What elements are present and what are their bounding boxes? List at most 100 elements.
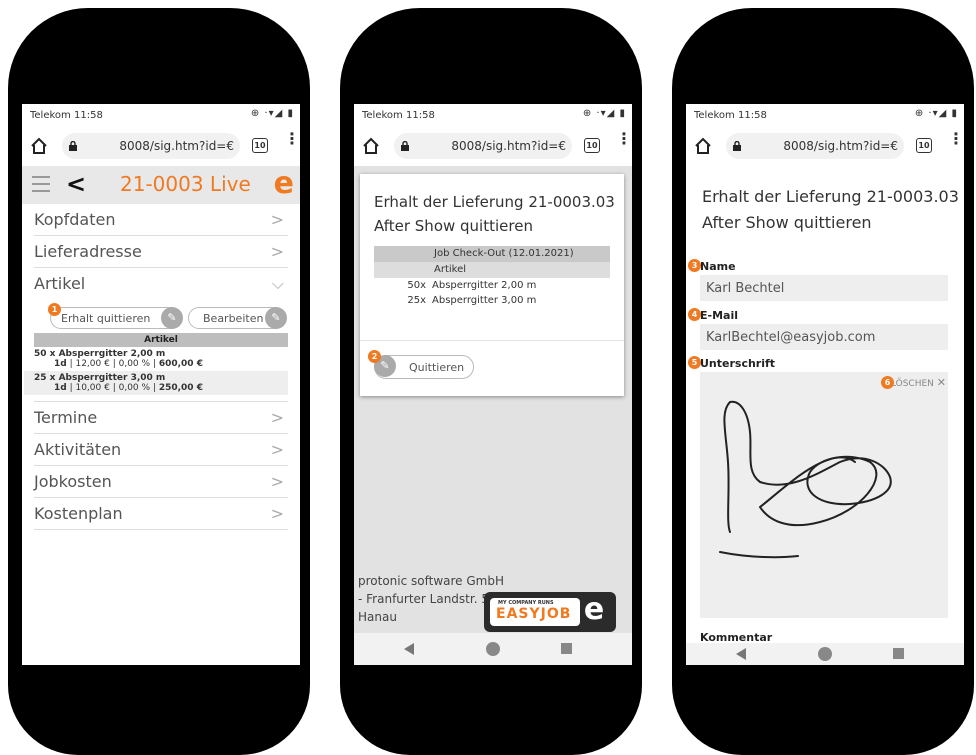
nav-home-icon[interactable] bbox=[486, 642, 500, 656]
close-icon: ✕ bbox=[936, 376, 946, 389]
chevron-right-icon: > bbox=[270, 504, 284, 523]
url-field[interactable]: 8008/sig.htm?id=€ bbox=[394, 133, 572, 159]
dialog-title: Erhalt der Lieferung 21-0003.03 After Sh… bbox=[374, 193, 615, 235]
back-arrow-icon[interactable]: < bbox=[66, 170, 86, 198]
carrier: Telekom bbox=[362, 109, 403, 121]
section-label: Kostenplan bbox=[34, 504, 123, 523]
chevron-right-icon: > bbox=[270, 210, 284, 229]
section-aktivitaeten[interactable]: Aktivitäten > bbox=[34, 434, 288, 466]
pencil-icon: ✎ bbox=[265, 307, 287, 329]
erhalt-quittieren-button[interactable]: Erhalt quittieren ✎ bbox=[50, 307, 183, 329]
name-field[interactable]: Karl Bechtel bbox=[700, 275, 948, 301]
button-label: Erhalt quittieren bbox=[61, 311, 151, 325]
section-label: Lieferadresse bbox=[34, 242, 142, 261]
email-field[interactable]: KarlBechtel@easyjob.com bbox=[700, 324, 948, 350]
section-lieferadresse[interactable]: Lieferadresse > bbox=[34, 236, 288, 268]
button-label: Quittieren bbox=[409, 360, 465, 374]
quittieren-button[interactable]: ✎ Quittieren bbox=[374, 355, 474, 379]
url-text: 8008/sig.htm?id=€ bbox=[783, 139, 898, 153]
home-icon[interactable] bbox=[362, 137, 380, 155]
step-badge: 1 bbox=[48, 303, 61, 316]
chevron-right-icon: > bbox=[270, 408, 284, 427]
url-field[interactable]: 8008/sig.htm?id=€ bbox=[62, 133, 240, 159]
signature-drawing bbox=[719, 400, 892, 559]
app-header: < 21-0003 Live e bbox=[22, 166, 300, 204]
artikel-table-header: Artikel bbox=[34, 333, 288, 347]
chevron-right-icon: > bbox=[270, 242, 284, 261]
section-label: Kopfdaten bbox=[34, 210, 116, 229]
easyjob-badge-logo: MY COMPANY RUNS easyjob e bbox=[484, 592, 616, 632]
hamburger-icon[interactable] bbox=[32, 176, 50, 197]
step-badge: 3 bbox=[688, 259, 701, 272]
section-label: Termine bbox=[34, 408, 98, 427]
lock-icon bbox=[733, 141, 741, 151]
url-text: 8008/sig.htm?id=€ bbox=[451, 139, 566, 153]
phone-screen-1: Telekom 11:58 ⊕ ·▾◢ ▮ 8008/sig.htm?id=€ … bbox=[22, 104, 300, 665]
section-termine[interactable]: Termine > bbox=[34, 402, 288, 434]
button-label: Bearbeiten bbox=[203, 311, 264, 325]
phone-frame-1: Telekom 11:58 ⊕ ·▾◢ ▮ 8008/sig.htm?id=€ … bbox=[8, 8, 310, 755]
status-icons: ⊕ ·▾◢ ▮ bbox=[582, 108, 626, 119]
company-footer: protonic software GmbH - Franfurter Land… bbox=[358, 574, 505, 624]
more-menu-icon[interactable]: ⋮ bbox=[284, 131, 300, 147]
clear-signature-button[interactable]: LÖSCHEN ✕ bbox=[891, 376, 946, 389]
step-badge: 4 bbox=[688, 308, 701, 321]
chevron-right-icon: > bbox=[270, 472, 284, 491]
receipt-dialog: Erhalt der Lieferung 21-0003.03 After Sh… bbox=[360, 174, 624, 396]
nav-recents-icon[interactable] bbox=[893, 648, 904, 659]
browser-url-bar: 8008/sig.htm?id=€ 10 ⋮ bbox=[354, 126, 632, 166]
bearbeiten-button[interactable]: Bearbeiten ✎ bbox=[188, 307, 287, 329]
table-header: Job Check-Out (12.01.2021) bbox=[374, 246, 610, 262]
clock: 11:58 bbox=[405, 109, 435, 121]
section-label: Jobkosten bbox=[34, 472, 112, 491]
pencil-icon: ✎ bbox=[161, 307, 183, 329]
section-label: Aktivitäten bbox=[34, 440, 122, 459]
phone-screen-2: Telekom 11:58 ⊕ ·▾◢ ▮ 8008/sig.htm?id=€ … bbox=[354, 104, 632, 665]
phone-frame-3: Telekom 11:58 ⊕ ·▾◢ ▮ 8008/sig.htm?id=€ … bbox=[672, 8, 974, 755]
signature-pad[interactable]: 6 LÖSCHEN ✕ bbox=[700, 372, 948, 618]
android-nav-bar bbox=[686, 643, 964, 665]
table-subheader: Artikel bbox=[374, 262, 610, 278]
more-menu-icon[interactable]: ⋮ bbox=[616, 131, 632, 147]
section-artikel[interactable]: Artikel ⌵ bbox=[34, 268, 288, 299]
tab-switcher-button[interactable]: 10 bbox=[584, 138, 600, 153]
button-label: LÖSCHEN bbox=[890, 379, 934, 389]
list-item: 50 x Absperrgitter 2,00 m 1d | 12,00 € |… bbox=[24, 347, 298, 371]
nav-back-icon[interactable] bbox=[736, 648, 746, 660]
status-icons: ⊕ ·▾◢ ▮ bbox=[250, 108, 294, 119]
phone-screen-3: Telekom 11:58 ⊕ ·▾◢ ▮ 8008/sig.htm?id=€ … bbox=[686, 104, 964, 665]
status-bar: Telekom 11:58 ⊕ ·▾◢ ▮ bbox=[22, 104, 300, 126]
item-detail: 1d | 12,00 € | 0,00 % | 600,00 € bbox=[54, 359, 203, 369]
home-icon[interactable] bbox=[694, 137, 712, 155]
tab-switcher-button[interactable]: 10 bbox=[252, 138, 268, 153]
item-detail: 1d | 10,00 € | 0,00 % | 250,00 € bbox=[54, 383, 203, 393]
url-field[interactable]: 8008/sig.htm?id=€ bbox=[726, 133, 904, 159]
carrier: Telekom bbox=[694, 109, 735, 121]
section-kostenplan[interactable]: Kostenplan > bbox=[34, 498, 288, 530]
lock-icon bbox=[69, 141, 77, 151]
lock-icon bbox=[401, 141, 409, 151]
signature-label: Unterschrift bbox=[700, 357, 776, 370]
step-badge: 2 bbox=[368, 350, 381, 363]
nav-recents-icon[interactable] bbox=[561, 643, 572, 654]
easyjob-logo: e bbox=[273, 166, 294, 201]
status-bar: Telekom 11:58 ⊕ ·▾◢ ▮ bbox=[686, 104, 964, 126]
browser-url-bar: 8008/sig.htm?id=€ 10 ⋮ bbox=[686, 126, 964, 166]
home-icon[interactable] bbox=[30, 137, 48, 155]
tab-switcher-button[interactable]: 10 bbox=[916, 138, 932, 153]
status-icons: ⊕ ·▾◢ ▮ bbox=[914, 108, 958, 119]
app-title: 21-0003 Live bbox=[120, 172, 251, 196]
delivery-table: Job Check-Out (12.01.2021) Artikel 50x Ab… bbox=[374, 246, 610, 308]
item-name: 25 x Absperrgitter 3,00 m bbox=[34, 373, 166, 383]
table-row: 50x Absperrgitter 2,00 m bbox=[407, 280, 537, 291]
more-menu-icon[interactable]: ⋮ bbox=[948, 131, 964, 147]
artikel-button-row: 1 Erhalt quittieren ✎ Bearbeiten ✎ bbox=[22, 303, 300, 333]
section-jobkosten[interactable]: Jobkosten > bbox=[34, 466, 288, 498]
phone-frame-2: Telekom 11:58 ⊕ ·▾◢ ▮ 8008/sig.htm?id=€ … bbox=[340, 8, 642, 755]
nav-home-icon[interactable] bbox=[818, 647, 832, 661]
nav-back-icon[interactable] bbox=[404, 643, 414, 655]
android-nav-bar bbox=[354, 633, 632, 665]
chevron-right-icon: > bbox=[270, 440, 284, 459]
section-kopfdaten[interactable]: Kopfdaten > bbox=[34, 204, 288, 236]
table-row: 25x Absperrgitter 3,00 m bbox=[407, 295, 537, 306]
